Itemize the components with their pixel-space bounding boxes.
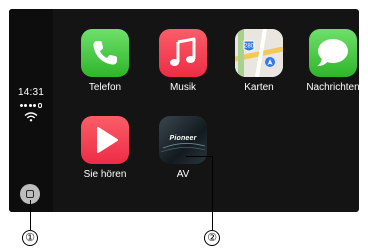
speech-bubble-icon bbox=[309, 29, 357, 77]
app-av[interactable]: Pioneer AV bbox=[147, 116, 219, 180]
app-label: Telefon bbox=[88, 82, 122, 93]
app-label: Karten bbox=[244, 82, 274, 93]
app-label: Nachrichten bbox=[306, 82, 359, 93]
clock: 14:31 bbox=[17, 87, 45, 98]
signal-strength-icon bbox=[20, 103, 42, 108]
callout-2-label: ② bbox=[204, 230, 220, 246]
app-sie-horen[interactable]: Sie hören bbox=[69, 116, 141, 180]
app-karten[interactable]: 280 Karten bbox=[223, 29, 295, 93]
app-label: AV bbox=[176, 169, 190, 180]
app-nachrichten[interactable]: Nachrichten bbox=[297, 29, 359, 93]
app-telefon[interactable]: Telefon bbox=[69, 29, 141, 93]
app-label: Sie hören bbox=[83, 169, 127, 180]
play-icon bbox=[81, 116, 129, 164]
app-musik[interactable]: Musik bbox=[147, 29, 219, 93]
callout-2-line bbox=[212, 156, 213, 230]
maps-icon: 280 bbox=[235, 29, 283, 77]
phone-icon bbox=[81, 29, 129, 77]
callout-1-line bbox=[30, 200, 31, 230]
app-label: Musik bbox=[169, 82, 197, 93]
home-square-icon bbox=[26, 190, 34, 198]
status-sidebar: 14:31 bbox=[9, 9, 53, 212]
callout-1-label: ① bbox=[22, 230, 38, 246]
music-note-icon bbox=[159, 29, 207, 77]
svg-text:280: 280 bbox=[244, 44, 255, 50]
wifi-icon bbox=[24, 112, 38, 122]
callout-2-line-horizontal bbox=[186, 156, 213, 157]
carplay-screen: 14:31 Telefon Musik 280 Karten Nachricht… bbox=[9, 9, 359, 212]
